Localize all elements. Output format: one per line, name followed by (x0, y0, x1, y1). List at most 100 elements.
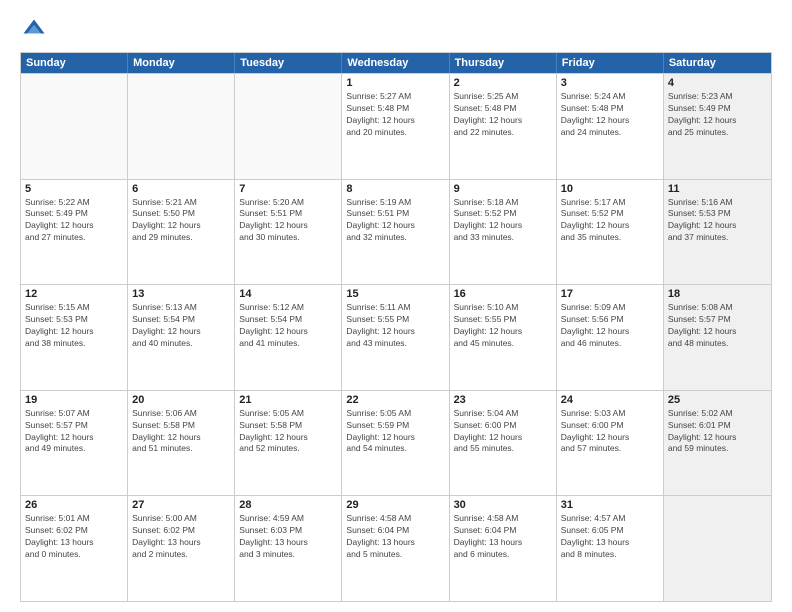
day-number: 28 (239, 499, 337, 511)
calendar-cell: 21 Sunrise: 5:05 AM Sunset: 5:58 PM Dayli… (235, 391, 342, 496)
day-info: Sunrise: 5:22 AM Sunset: 5:49 PM Dayligh… (25, 197, 123, 245)
calendar-cell: 18 Sunrise: 5:08 AM Sunset: 5:57 PM Dayli… (664, 285, 771, 390)
day-info: Sunrise: 4:58 AM Sunset: 6:04 PM Dayligh… (346, 513, 444, 561)
calendar-cell: 2 Sunrise: 5:25 AM Sunset: 5:48 PM Daylig… (450, 74, 557, 179)
calendar-cell: 19Sunrise: 5:07 AM Sunset: 5:57 PM Dayli… (21, 391, 128, 496)
day-info: Sunrise: 5:12 AM Sunset: 5:54 PM Dayligh… (239, 302, 337, 350)
calendar-body: 1 Sunrise: 5:27 AM Sunset: 5:48 PM Daylig… (21, 73, 771, 601)
day-number: 17 (561, 288, 659, 300)
day-info: Sunrise: 5:21 AM Sunset: 5:50 PM Dayligh… (132, 197, 230, 245)
calendar-cell: 16 Sunrise: 5:10 AM Sunset: 5:55 PM Dayli… (450, 285, 557, 390)
calendar-cell: 27 Sunrise: 5:00 AM Sunset: 6:02 PM Dayli… (128, 496, 235, 601)
day-info: Sunrise: 5:08 AM Sunset: 5:57 PM Dayligh… (668, 302, 767, 350)
day-number: 5 (25, 183, 123, 195)
day-info: Sunrise: 5:19 AM Sunset: 5:51 PM Dayligh… (346, 197, 444, 245)
logo-icon (20, 16, 48, 44)
day-number: 10 (561, 183, 659, 195)
day-info: Sunrise: 5:11 AM Sunset: 5:55 PM Dayligh… (346, 302, 444, 350)
day-info: Sunrise: 5:05 AM Sunset: 5:58 PM Dayligh… (239, 408, 337, 456)
calendar-cell: 8 Sunrise: 5:19 AM Sunset: 5:51 PM Daylig… (342, 180, 449, 285)
week-row-2: 5 Sunrise: 5:22 AM Sunset: 5:49 PM Daylig… (21, 179, 771, 285)
calendar-cell: 15 Sunrise: 5:11 AM Sunset: 5:55 PM Dayli… (342, 285, 449, 390)
day-info: Sunrise: 5:04 AM Sunset: 6:00 PM Dayligh… (454, 408, 552, 456)
calendar-cell: 14 Sunrise: 5:12 AM Sunset: 5:54 PM Dayli… (235, 285, 342, 390)
header-day-sunday: Sunday (21, 53, 128, 73)
week-row-3: 12 Sunrise: 5:15 AM Sunset: 5:53 PM Dayli… (21, 284, 771, 390)
day-number: 22 (346, 394, 444, 406)
day-number: 24 (561, 394, 659, 406)
day-number: 20 (132, 394, 230, 406)
calendar-cell: 24 Sunrise: 5:03 AM Sunset: 6:00 PM Dayli… (557, 391, 664, 496)
day-info: Sunrise: 5:15 AM Sunset: 5:53 PM Dayligh… (25, 302, 123, 350)
calendar-cell (128, 74, 235, 179)
header-day-wednesday: Wednesday (342, 53, 449, 73)
day-number: 27 (132, 499, 230, 511)
day-number: 21 (239, 394, 337, 406)
calendar-cell: 10Sunrise: 5:17 AM Sunset: 5:52 PM Dayli… (557, 180, 664, 285)
calendar-cell: 6Sunrise: 5:21 AM Sunset: 5:50 PM Daylig… (128, 180, 235, 285)
day-number: 12 (25, 288, 123, 300)
day-info: Sunrise: 5:16 AM Sunset: 5:53 PM Dayligh… (668, 197, 767, 245)
calendar-cell: 9 Sunrise: 5:18 AM Sunset: 5:52 PM Daylig… (450, 180, 557, 285)
day-number: 3 (561, 77, 659, 89)
day-info: Sunrise: 5:02 AM Sunset: 6:01 PM Dayligh… (668, 408, 767, 456)
day-info: Sunrise: 5:10 AM Sunset: 5:55 PM Dayligh… (454, 302, 552, 350)
day-info: Sunrise: 5:20 AM Sunset: 5:51 PM Dayligh… (239, 197, 337, 245)
day-number: 11 (668, 183, 767, 195)
calendar-cell: 11 Sunrise: 5:16 AM Sunset: 5:53 PM Dayli… (664, 180, 771, 285)
calendar-header-row: SundayMondayTuesdayWednesdayThursdayFrid… (21, 53, 771, 73)
day-number: 15 (346, 288, 444, 300)
day-info: Sunrise: 4:59 AM Sunset: 6:03 PM Dayligh… (239, 513, 337, 561)
week-row-1: 1 Sunrise: 5:27 AM Sunset: 5:48 PM Daylig… (21, 73, 771, 179)
calendar-cell: 31Sunrise: 4:57 AM Sunset: 6:05 PM Dayli… (557, 496, 664, 601)
calendar-cell: 28 Sunrise: 4:59 AM Sunset: 6:03 PM Dayli… (235, 496, 342, 601)
header-day-friday: Friday (557, 53, 664, 73)
day-info: Sunrise: 5:23 AM Sunset: 5:49 PM Dayligh… (668, 91, 767, 139)
header-day-tuesday: Tuesday (235, 53, 342, 73)
day-number: 31 (561, 499, 659, 511)
header-day-saturday: Saturday (664, 53, 771, 73)
day-info: Sunrise: 5:05 AM Sunset: 5:59 PM Dayligh… (346, 408, 444, 456)
calendar-cell: 30Sunrise: 4:58 AM Sunset: 6:04 PM Dayli… (450, 496, 557, 601)
day-number: 2 (454, 77, 552, 89)
day-number: 18 (668, 288, 767, 300)
week-row-4: 19Sunrise: 5:07 AM Sunset: 5:57 PM Dayli… (21, 390, 771, 496)
day-number: 9 (454, 183, 552, 195)
day-info: Sunrise: 5:09 AM Sunset: 5:56 PM Dayligh… (561, 302, 659, 350)
day-number: 13 (132, 288, 230, 300)
calendar-cell: 26 Sunrise: 5:01 AM Sunset: 6:02 PM Dayli… (21, 496, 128, 601)
day-info: Sunrise: 5:25 AM Sunset: 5:48 PM Dayligh… (454, 91, 552, 139)
calendar-cell: 17 Sunrise: 5:09 AM Sunset: 5:56 PM Dayli… (557, 285, 664, 390)
calendar-cell: 12 Sunrise: 5:15 AM Sunset: 5:53 PM Dayli… (21, 285, 128, 390)
day-number: 14 (239, 288, 337, 300)
day-info: Sunrise: 5:07 AM Sunset: 5:57 PM Dayligh… (25, 408, 123, 456)
day-number: 1 (346, 77, 444, 89)
day-number: 23 (454, 394, 552, 406)
day-info: Sunrise: 5:06 AM Sunset: 5:58 PM Dayligh… (132, 408, 230, 456)
header-day-thursday: Thursday (450, 53, 557, 73)
calendar-cell: 29 Sunrise: 4:58 AM Sunset: 6:04 PM Dayli… (342, 496, 449, 601)
day-info: Sunrise: 5:18 AM Sunset: 5:52 PM Dayligh… (454, 197, 552, 245)
calendar-cell: 4 Sunrise: 5:23 AM Sunset: 5:49 PM Daylig… (664, 74, 771, 179)
calendar-cell (235, 74, 342, 179)
day-number: 29 (346, 499, 444, 511)
day-number: 30 (454, 499, 552, 511)
calendar-cell: 7Sunrise: 5:20 AM Sunset: 5:51 PM Daylig… (235, 180, 342, 285)
week-row-5: 26 Sunrise: 5:01 AM Sunset: 6:02 PM Dayli… (21, 495, 771, 601)
calendar-cell: 22 Sunrise: 5:05 AM Sunset: 5:59 PM Dayli… (342, 391, 449, 496)
calendar-cell: 3 Sunrise: 5:24 AM Sunset: 5:48 PM Daylig… (557, 74, 664, 179)
calendar-cell (664, 496, 771, 601)
day-info: Sunrise: 5:03 AM Sunset: 6:00 PM Dayligh… (561, 408, 659, 456)
day-info: Sunrise: 5:27 AM Sunset: 5:48 PM Dayligh… (346, 91, 444, 139)
calendar: SundayMondayTuesdayWednesdayThursdayFrid… (20, 52, 772, 602)
day-info: Sunrise: 5:01 AM Sunset: 6:02 PM Dayligh… (25, 513, 123, 561)
day-info: Sunrise: 5:00 AM Sunset: 6:02 PM Dayligh… (132, 513, 230, 561)
day-info: Sunrise: 5:24 AM Sunset: 5:48 PM Dayligh… (561, 91, 659, 139)
day-number: 16 (454, 288, 552, 300)
day-number: 26 (25, 499, 123, 511)
day-number: 8 (346, 183, 444, 195)
calendar-cell: 1 Sunrise: 5:27 AM Sunset: 5:48 PM Daylig… (342, 74, 449, 179)
day-info: Sunrise: 5:13 AM Sunset: 5:54 PM Dayligh… (132, 302, 230, 350)
logo (20, 16, 52, 44)
day-number: 4 (668, 77, 767, 89)
